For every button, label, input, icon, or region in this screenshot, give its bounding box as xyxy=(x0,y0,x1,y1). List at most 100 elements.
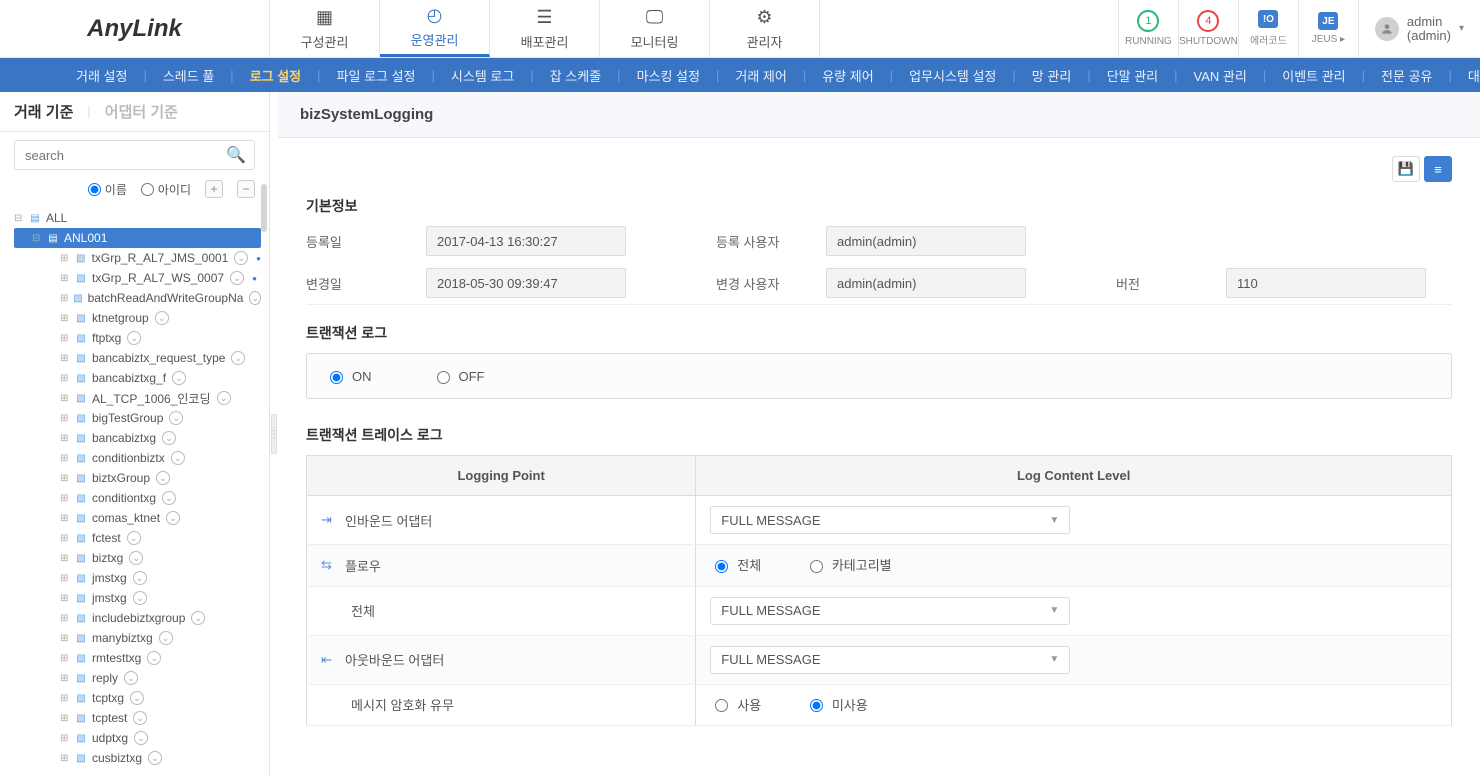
chevron-down-icon[interactable]: ⌄ xyxy=(230,271,244,285)
search-input[interactable] xyxy=(23,147,226,164)
chevron-down-icon[interactable]: ⌄ xyxy=(127,331,141,345)
chevron-down-icon[interactable]: ⌄ xyxy=(134,731,148,745)
select-flow[interactable]: FULL MESSAGE ▼ xyxy=(710,597,1070,625)
subnav-item[interactable]: 거래 제어 xyxy=(729,66,792,85)
chevron-down-icon[interactable]: ⌄ xyxy=(155,311,169,325)
tab-operation[interactable]: ◴ 운영관리 xyxy=(380,0,490,57)
flow-category[interactable]: 카테고리별 xyxy=(805,555,892,574)
chevron-down-icon[interactable]: ⌄ xyxy=(148,751,162,765)
radio-id[interactable]: 아이디 xyxy=(141,181,191,198)
tree-node[interactable]: ⊞▧jmstxg⌄ xyxy=(14,588,261,608)
tree-node[interactable]: ⊞▧reply⌄ xyxy=(14,668,261,688)
subnav-item[interactable]: 단말 관리 xyxy=(1101,66,1164,85)
tree-node[interactable]: ⊞▧txGrp_R_AL7_WS_0007⌄● xyxy=(14,268,261,288)
tree-node[interactable]: ⊞▧biztxGroup⌄ xyxy=(14,468,261,488)
chevron-down-icon[interactable]: ⌄ xyxy=(156,471,170,485)
chevron-down-icon[interactable]: ⌄ xyxy=(162,491,176,505)
save-button[interactable]: 💾 xyxy=(1392,156,1420,182)
chevron-down-icon[interactable]: ⌄ xyxy=(133,571,147,585)
chevron-down-icon[interactable]: ⌄ xyxy=(133,591,147,605)
chevron-down-icon[interactable]: ⌄ xyxy=(234,251,248,265)
tab-deploy[interactable]: ☰ 배포관리 xyxy=(490,0,600,57)
tree-node[interactable]: ⊞▧rmtesttxg⌄ xyxy=(14,648,261,668)
tab-config[interactable]: ▦ 구성관리 xyxy=(270,0,380,57)
scrollbar-thumb[interactable] xyxy=(261,184,267,232)
subnav-item[interactable]: 마스킹 설정 xyxy=(631,66,706,85)
tree-node[interactable]: ⊞▧comas_ktnet⌄ xyxy=(14,508,261,528)
chevron-down-icon[interactable]: ⌄ xyxy=(172,371,186,385)
tree-node[interactable]: ⊞▧jmstxg⌄ xyxy=(14,568,261,588)
tree-node[interactable]: ⊞▧batchReadAndWriteGroupNa⌄ xyxy=(14,288,261,308)
subnav-item[interactable]: 거래 설정 xyxy=(70,66,133,85)
chevron-down-icon[interactable]: ⌄ xyxy=(133,711,147,725)
select-inbound[interactable]: FULL MESSAGE ▼ xyxy=(710,506,1070,534)
status-shutdown[interactable]: 4 SHUTDOWN xyxy=(1178,0,1238,57)
chevron-down-icon[interactable]: ⌄ xyxy=(166,511,180,525)
chevron-down-icon[interactable]: ⌄ xyxy=(231,351,245,365)
tree-node[interactable]: ⊞▧fctest⌄ xyxy=(14,528,261,548)
status-errorcode[interactable]: !O 에러코드 xyxy=(1238,0,1298,57)
tree-node[interactable]: ⊞▧txGrp_R_AL7_JMS_0001⌄● xyxy=(14,248,261,268)
tree-node[interactable]: ⊞▧tcptest⌄ xyxy=(14,708,261,728)
subnav-item[interactable]: 잡 스케줄 xyxy=(544,66,607,85)
side-tab-adapter[interactable]: 어댑터 기준 xyxy=(105,101,178,122)
tree-node[interactable]: ⊞▧tcptxg⌄ xyxy=(14,688,261,708)
txlog-on[interactable]: ON xyxy=(325,368,372,384)
tree-node[interactable]: ⊞▧bancabiztxg_f⌄ xyxy=(14,368,261,388)
tree-node[interactable]: ⊞▧bancabiztx_request_type⌄ xyxy=(14,348,261,368)
chevron-down-icon[interactable]: ⌄ xyxy=(147,651,161,665)
tab-monitoring[interactable]: 🖵 모니터링 xyxy=(600,0,710,57)
subnav-item[interactable]: 유량 제어 xyxy=(816,66,879,85)
subnav-item[interactable]: VAN 관리 xyxy=(1188,66,1253,85)
chevron-down-icon[interactable]: ⌄ xyxy=(159,631,173,645)
tree-node[interactable]: ⊞▧ktnetgroup⌄ xyxy=(14,308,261,328)
side-tab-trade[interactable]: 거래 기준 xyxy=(14,101,73,122)
chevron-down-icon[interactable]: ⌄ xyxy=(249,291,261,305)
tree-node[interactable]: ⊞▧conditionbiztx⌄ xyxy=(14,448,261,468)
tree-node[interactable]: ⊞▧AL_TCP_1006_인코딩⌄ xyxy=(14,388,261,408)
chevron-down-icon[interactable]: ⌄ xyxy=(169,411,183,425)
flow-all[interactable]: 전체 xyxy=(710,555,761,574)
status-running[interactable]: 1 RUNNING xyxy=(1118,0,1178,57)
subnav-item[interactable]: 업무시스템 설정 xyxy=(903,66,1002,85)
tree-node[interactable]: ⊞▧bancabiztxg⌄ xyxy=(14,428,261,448)
user-menu[interactable]: admin (admin) ▾ xyxy=(1358,0,1480,57)
chevron-down-icon[interactable]: ⌄ xyxy=(191,611,205,625)
splitter[interactable]: ⋮ xyxy=(270,92,278,776)
tab-admin[interactable]: ⚙ 관리자 xyxy=(710,0,820,57)
subnav-item[interactable]: 이벤트 관리 xyxy=(1276,66,1351,85)
tree-node[interactable]: ⊞▧bigTestGroup⌄ xyxy=(14,408,261,428)
tree-node[interactable]: ⊞▧udptxg⌄ xyxy=(14,728,261,748)
enc-use[interactable]: 사용 xyxy=(710,695,761,714)
chevron-down-icon[interactable]: ⌄ xyxy=(217,391,231,405)
chevron-down-icon[interactable]: ⌄ xyxy=(129,551,143,565)
tree-node[interactable]: ⊞▧includebiztxgroup⌄ xyxy=(14,608,261,628)
tree-node[interactable]: ⊞▧conditiontxg⌄ xyxy=(14,488,261,508)
tree-node[interactable]: ⊞▧manybiztxg⌄ xyxy=(14,628,261,648)
chevron-down-icon[interactable]: ⌄ xyxy=(127,531,141,545)
list-button[interactable]: ≡ xyxy=(1424,156,1452,182)
tree-node[interactable]: ⊟▤ALL xyxy=(14,208,261,228)
chevron-down-icon[interactable]: ⌄ xyxy=(162,431,176,445)
enc-no[interactable]: 미사용 xyxy=(805,695,868,714)
expand-button[interactable]: + xyxy=(205,180,223,198)
tree-node[interactable]: ⊞▧ftptxg⌄ xyxy=(14,328,261,348)
chevron-down-icon[interactable]: ⌄ xyxy=(124,671,138,685)
subnav-item[interactable]: 시스템 로그 xyxy=(445,66,520,85)
subnav-item[interactable]: 파일 로그 설정 xyxy=(331,66,422,85)
subnav-item[interactable]: 전문 공유 xyxy=(1375,66,1438,85)
tree-node[interactable]: ⊞▧biztxg⌄ xyxy=(14,548,261,568)
subnav-item[interactable]: 로그 설정 xyxy=(244,66,307,85)
search-icon[interactable]: 🔍 xyxy=(226,145,246,165)
chevron-down-icon[interactable]: ⌄ xyxy=(171,451,185,465)
tree-node[interactable]: ⊞▧cusbiztxg⌄ xyxy=(14,748,261,768)
select-outbound[interactable]: FULL MESSAGE ▼ xyxy=(710,646,1070,674)
status-jeus[interactable]: JE JEUS ▸ xyxy=(1298,0,1358,57)
collapse-button[interactable]: − xyxy=(237,180,255,198)
tree-node[interactable]: ⊟▤ANL001 xyxy=(14,228,261,248)
subnav-item[interactable]: 대외 연락처 xyxy=(1462,66,1480,85)
subnav-item[interactable]: 스레드 풀 xyxy=(157,66,220,85)
search-box[interactable]: 🔍 xyxy=(14,140,255,170)
subnav-item[interactable]: 망 관리 xyxy=(1026,66,1078,85)
radio-name[interactable]: 이름 xyxy=(88,181,127,198)
